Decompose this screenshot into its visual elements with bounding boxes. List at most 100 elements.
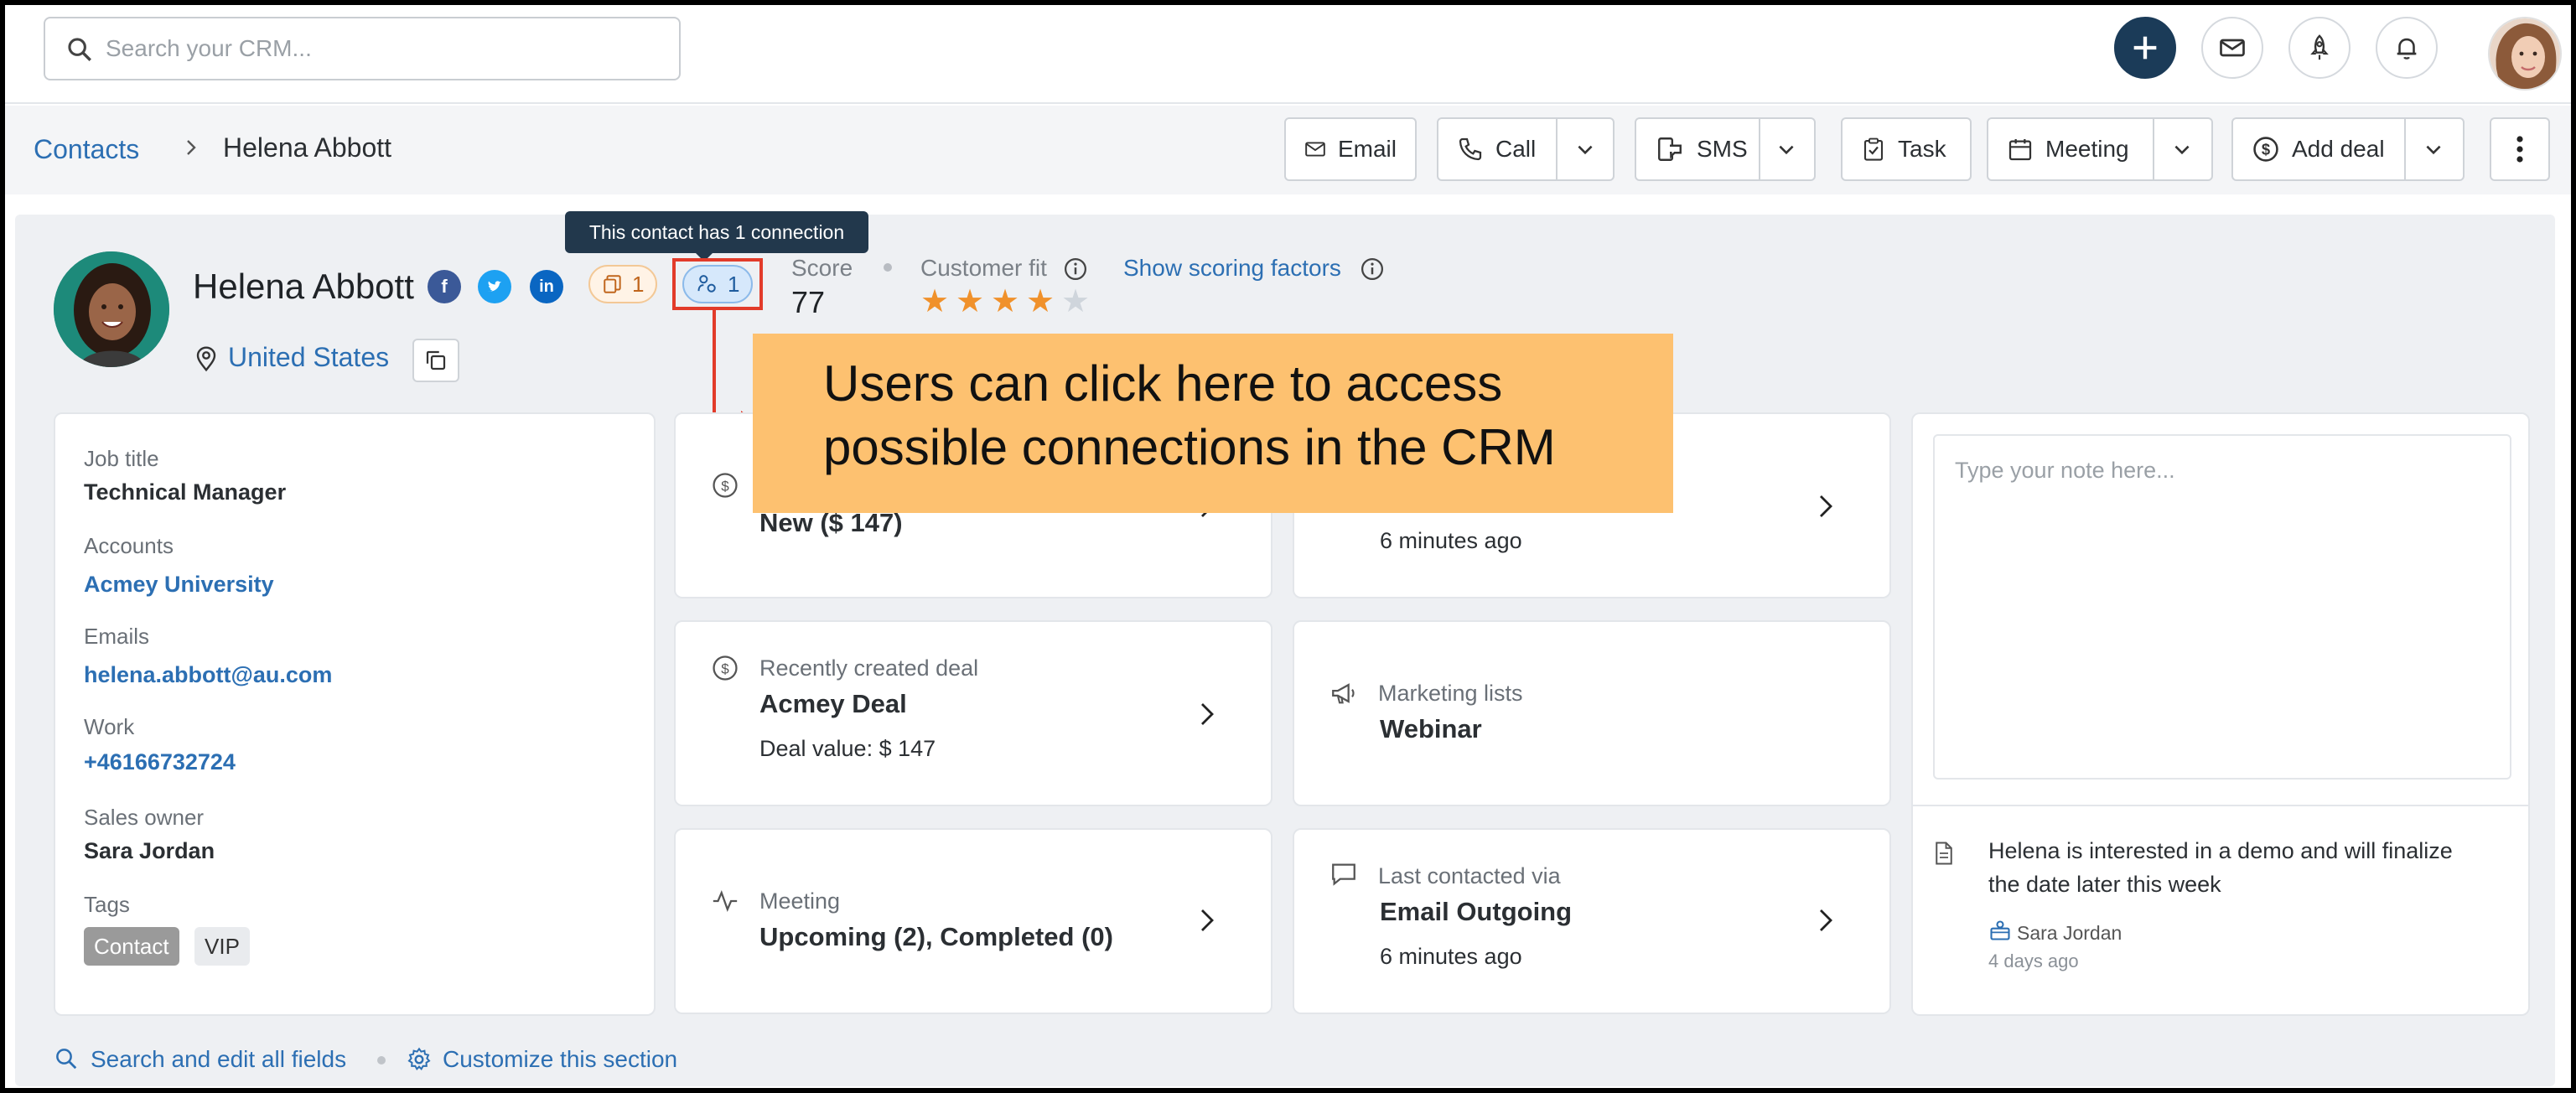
meeting-label: Meeting [759, 888, 841, 914]
star-filled-icon: ★ [956, 284, 985, 319]
annotation-callout: Users can click here to access possible … [753, 334, 1673, 513]
accounts-badge[interactable]: 1 [588, 265, 658, 303]
show-scoring-factors-link[interactable]: Show scoring factors [1123, 255, 1341, 282]
recent-deal-name: Acmey Deal [759, 689, 907, 718]
task-icon [1863, 137, 1884, 161]
breadcrumb-current: Helena Abbott [223, 132, 392, 163]
megaphone-icon [1332, 683, 1355, 704]
bell-icon [2397, 38, 2417, 60]
sms-split-divider [1759, 119, 1760, 179]
note-placeholder: Type your note here... [1955, 458, 2175, 483]
meeting-button-label: Meeting [2045, 136, 2129, 162]
activity-time: 6 minutes ago [1380, 528, 1522, 553]
copy-button[interactable] [412, 339, 459, 382]
call-button[interactable]: Call [1437, 117, 1615, 181]
facebook-icon[interactable]: f [428, 270, 461, 303]
user-avatar[interactable] [2488, 17, 2562, 91]
message-icon [1332, 863, 1355, 886]
customize-section-link[interactable]: Customize this section [443, 1046, 677, 1073]
accounts-label: Accounts [84, 533, 174, 558]
marketing-lists-value: Webinar [1380, 714, 1482, 743]
sales-owner-label: Sales owner [84, 805, 205, 830]
search-edit-fields-link[interactable]: Search and edit all fields [91, 1046, 346, 1073]
twitter-icon[interactable] [478, 270, 511, 303]
gear-icon [407, 1047, 431, 1071]
chevron-right-icon [187, 140, 196, 155]
notifications-button[interactable] [2376, 17, 2438, 79]
last-contacted-value: Email Outgoing [1380, 897, 1573, 926]
mail-icon [2220, 39, 2245, 57]
info-icon[interactable] [1360, 256, 1385, 282]
chevron-right-icon[interactable] [1197, 699, 1217, 729]
meeting-value: Upcoming (2), Completed (0) [759, 922, 1113, 951]
meeting-button[interactable]: Meeting [1987, 117, 2213, 181]
search-icon [56, 1049, 77, 1070]
phone-icon [1459, 137, 1482, 161]
sms-button[interactable]: SMS [1635, 117, 1816, 181]
chevron-right-icon[interactable] [1816, 905, 1836, 935]
annotation-arrow-line [713, 310, 716, 424]
star-filled-icon: ★ [991, 284, 1020, 319]
last-contacted-time: 6 minutes ago [1380, 944, 1522, 969]
note-time: 4 days ago [1988, 951, 2079, 971]
email-button[interactable]: Email [1284, 117, 1417, 181]
chevron-down-icon[interactable] [2171, 139, 2193, 161]
tags-label: Tags [84, 892, 130, 917]
more-vertical-icon [2516, 136, 2523, 163]
linkedin-icon[interactable]: in [530, 270, 563, 303]
marketing-lists-card[interactable] [1293, 620, 1891, 806]
add-deal-button-label: Add deal [2292, 136, 2385, 162]
search-placeholder: Search your CRM... [106, 35, 312, 61]
connection-tooltip: This contact has 1 connection [565, 211, 868, 262]
inbox-button[interactable] [2201, 17, 2263, 79]
sms-button-label: SMS [1697, 136, 1748, 162]
separator-dot [884, 263, 892, 272]
chevron-right-icon[interactable] [1197, 905, 1217, 935]
location-pin-icon [196, 346, 216, 372]
star-empty-icon: ★ [1061, 284, 1091, 319]
chevron-down-icon[interactable] [1775, 139, 1797, 161]
add-deal-button[interactable]: $ Add deal [2231, 117, 2465, 181]
tag-vip[interactable]: VIP [194, 927, 250, 966]
callout-line-2: possible connections in the CRM [823, 419, 1556, 475]
mail-icon [1305, 142, 1325, 157]
activity-icon [713, 889, 738, 913]
search-icon [68, 38, 91, 61]
more-options-button[interactable] [2490, 117, 2550, 181]
top-bar: Search your CRM... [5, 5, 2571, 104]
sms-icon [1658, 137, 1682, 161]
email-link[interactable]: helena.abbott@au.com [84, 662, 332, 688]
calendar-icon [2008, 139, 2032, 161]
last-contacted-label: Last contacted via [1378, 863, 1561, 888]
note-text-line-2: the date later this week [1988, 872, 2221, 897]
notes-divider [1913, 805, 2528, 806]
accounts-icon [604, 275, 621, 293]
sales-owner-value: Sara Jordan [84, 838, 215, 863]
note-author: Sara Jordan [2017, 922, 2122, 944]
chevron-down-icon[interactable] [2423, 139, 2444, 161]
chevron-right-icon[interactable] [1816, 491, 1836, 521]
add-button[interactable] [2114, 17, 2176, 79]
document-icon [1936, 842, 1952, 865]
meeting-split-divider [2153, 119, 2154, 179]
breadcrumb-contacts-link[interactable]: Contacts [34, 134, 139, 165]
chevron-down-icon[interactable] [1574, 139, 1596, 161]
contact-location[interactable]: United States [228, 342, 389, 373]
task-button[interactable]: Task [1841, 117, 1972, 181]
accounts-count: 1 [632, 271, 645, 297]
connection-tooltip-text: This contact has 1 connection [588, 220, 845, 243]
svg-text:$: $ [721, 478, 729, 494]
phone-link[interactable]: +46166732724 [84, 749, 236, 775]
job-title-label: Job title [84, 446, 159, 471]
note-input[interactable]: Type your note here... [1933, 434, 2511, 780]
info-icon[interactable] [1063, 256, 1088, 282]
tag-contact[interactable]: Contact [84, 927, 179, 966]
get-started-button[interactable] [2288, 17, 2351, 79]
meeting-card[interactable] [674, 828, 1272, 1014]
plus-icon [2133, 36, 2157, 60]
account-link[interactable]: Acmey University [84, 572, 274, 598]
annotation-highlight-box [672, 258, 763, 310]
call-button-label: Call [1495, 136, 1537, 162]
search-input[interactable]: Search your CRM... [44, 17, 681, 80]
svg-text:$: $ [721, 660, 729, 676]
